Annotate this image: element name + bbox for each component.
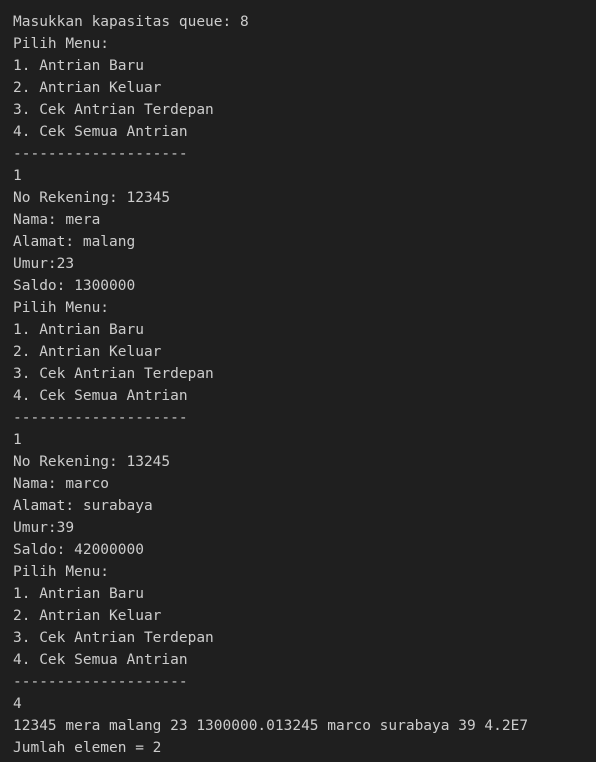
terminal-line: 2. Antrian Keluar xyxy=(13,80,162,96)
terminal-line: -------------------- xyxy=(13,674,188,690)
terminal-line: 4. Cek Semua Antrian xyxy=(13,388,188,404)
terminal-line: Pilih Menu: xyxy=(13,564,110,580)
terminal-line: Alamat: surabaya xyxy=(13,498,153,514)
terminal-line: Alamat: malang xyxy=(13,234,136,250)
terminal-line: 3. Cek Antrian Terdepan xyxy=(13,630,214,646)
terminal-line: Saldo: 42000000 xyxy=(13,542,144,558)
terminal-line: 4. Cek Semua Antrian xyxy=(13,652,188,668)
terminal-line: 3. Cek Antrian Terdepan xyxy=(13,366,214,382)
terminal-line: 3. Cek Antrian Terdepan xyxy=(13,102,214,118)
terminal-line: -------------------- xyxy=(13,410,188,426)
terminal-line: 1. Antrian Baru xyxy=(13,586,144,602)
terminal-line: Nama: mera xyxy=(13,212,101,228)
terminal-line: 1 xyxy=(13,168,22,184)
terminal-line: Pilih Menu: xyxy=(13,300,110,316)
terminal-line: 2. Antrian Keluar xyxy=(13,608,162,624)
terminal-line: 1. Antrian Baru xyxy=(13,58,144,74)
terminal-line: Jumlah elemen = 2 xyxy=(13,740,162,756)
terminal-line: No Rekening: 13245 xyxy=(13,454,171,470)
terminal-line: 4 xyxy=(13,696,22,712)
terminal-line: 4. Cek Semua Antrian xyxy=(13,124,188,140)
terminal-line: 1 xyxy=(13,432,22,448)
terminal-line: 12345 mera malang 23 1300000.013245 marc… xyxy=(13,718,529,734)
terminal-line: Nama: marco xyxy=(13,476,110,492)
terminal-line: Masukkan kapasitas queue: 8 xyxy=(13,14,249,30)
terminal-line: 1. Antrian Baru xyxy=(13,322,144,338)
terminal-line: Umur:39 xyxy=(13,520,75,536)
terminal-line: Saldo: 1300000 xyxy=(13,278,136,294)
terminal-output[interactable]: Masukkan kapasitas queue: 8 Pilih Menu: … xyxy=(0,0,596,762)
terminal-line: -------------------- xyxy=(13,146,188,162)
terminal-line: Pilih Menu: xyxy=(13,36,110,52)
terminal-line: 2. Antrian Keluar xyxy=(13,344,162,360)
terminal-line: Umur:23 xyxy=(13,256,75,272)
terminal-line: No Rekening: 12345 xyxy=(13,190,171,206)
